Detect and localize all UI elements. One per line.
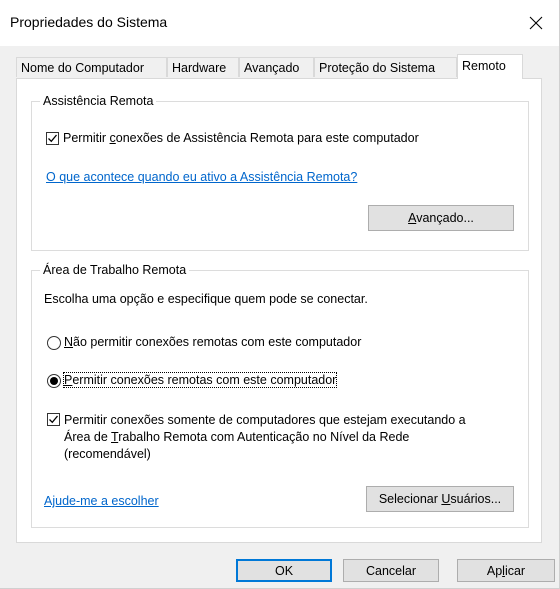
radio-selected-dot [50,377,58,385]
checkmark-icon [49,415,59,424]
apply-button[interactable]: Aplicar [457,559,555,582]
allow-remote-assistance-label[interactable]: Permitir conexões de Assistência Remota … [63,131,419,145]
remote-assistance-help-link[interactable]: O que acontece quando eu ativo a Assistê… [46,170,357,184]
tab-computer-name[interactable]: Nome do Computador [16,57,167,77]
nla-only-label[interactable]: Permitir conexões somente de computadore… [64,412,466,463]
allow-remote-assistance-checkbox[interactable] [46,132,59,145]
cancel-button[interactable]: Cancelar [343,559,439,582]
allow-remote-connections-radio[interactable] [47,374,61,388]
close-icon [529,16,543,30]
tab-hardware[interactable]: Hardware [167,57,239,77]
select-users-button[interactable]: Selecionar Usuários... [366,486,514,512]
remote-assistance-group-title: Assistência Remota [40,94,157,108]
help-me-choose-link[interactable]: Ajude-me a escolher [44,494,159,508]
system-properties-dialog: Propriedades do Sistema Nome do Computad… [0,0,560,589]
tab-system-protection[interactable]: Proteção do Sistema [314,57,457,77]
remote-assistance-group: Assistência Remota Permitir conexões de … [31,94,529,251]
remote-desktop-group-title: Área de Trabalho Remota [40,263,190,277]
checkmark-icon [48,134,58,143]
deny-remote-connections-label[interactable]: Não permitir conexões remotas com este c… [64,335,361,349]
title-bar: Propriedades do Sistema [0,0,559,46]
nla-only-checkbox[interactable] [47,413,60,426]
remote-desktop-instruction: Escolha uma opção e especifique quem pod… [44,292,368,306]
allow-remote-connections-label[interactable]: Permitir conexões remotas com este compu… [62,372,338,388]
remote-desktop-group: Área de Trabalho Remota Escolha uma opçã… [31,263,529,528]
advanced-button[interactable]: Avançado... [368,205,514,231]
ok-button[interactable]: OK [236,559,332,582]
tab-advanced[interactable]: Avançado [239,57,314,77]
tab-remote[interactable]: Remoto [457,54,523,79]
close-button[interactable] [513,0,559,46]
tab-panel-remote: Assistência Remota Permitir conexões de … [16,78,542,543]
window-title: Propriedades do Sistema [10,14,168,30]
deny-remote-connections-radio[interactable] [47,336,61,350]
